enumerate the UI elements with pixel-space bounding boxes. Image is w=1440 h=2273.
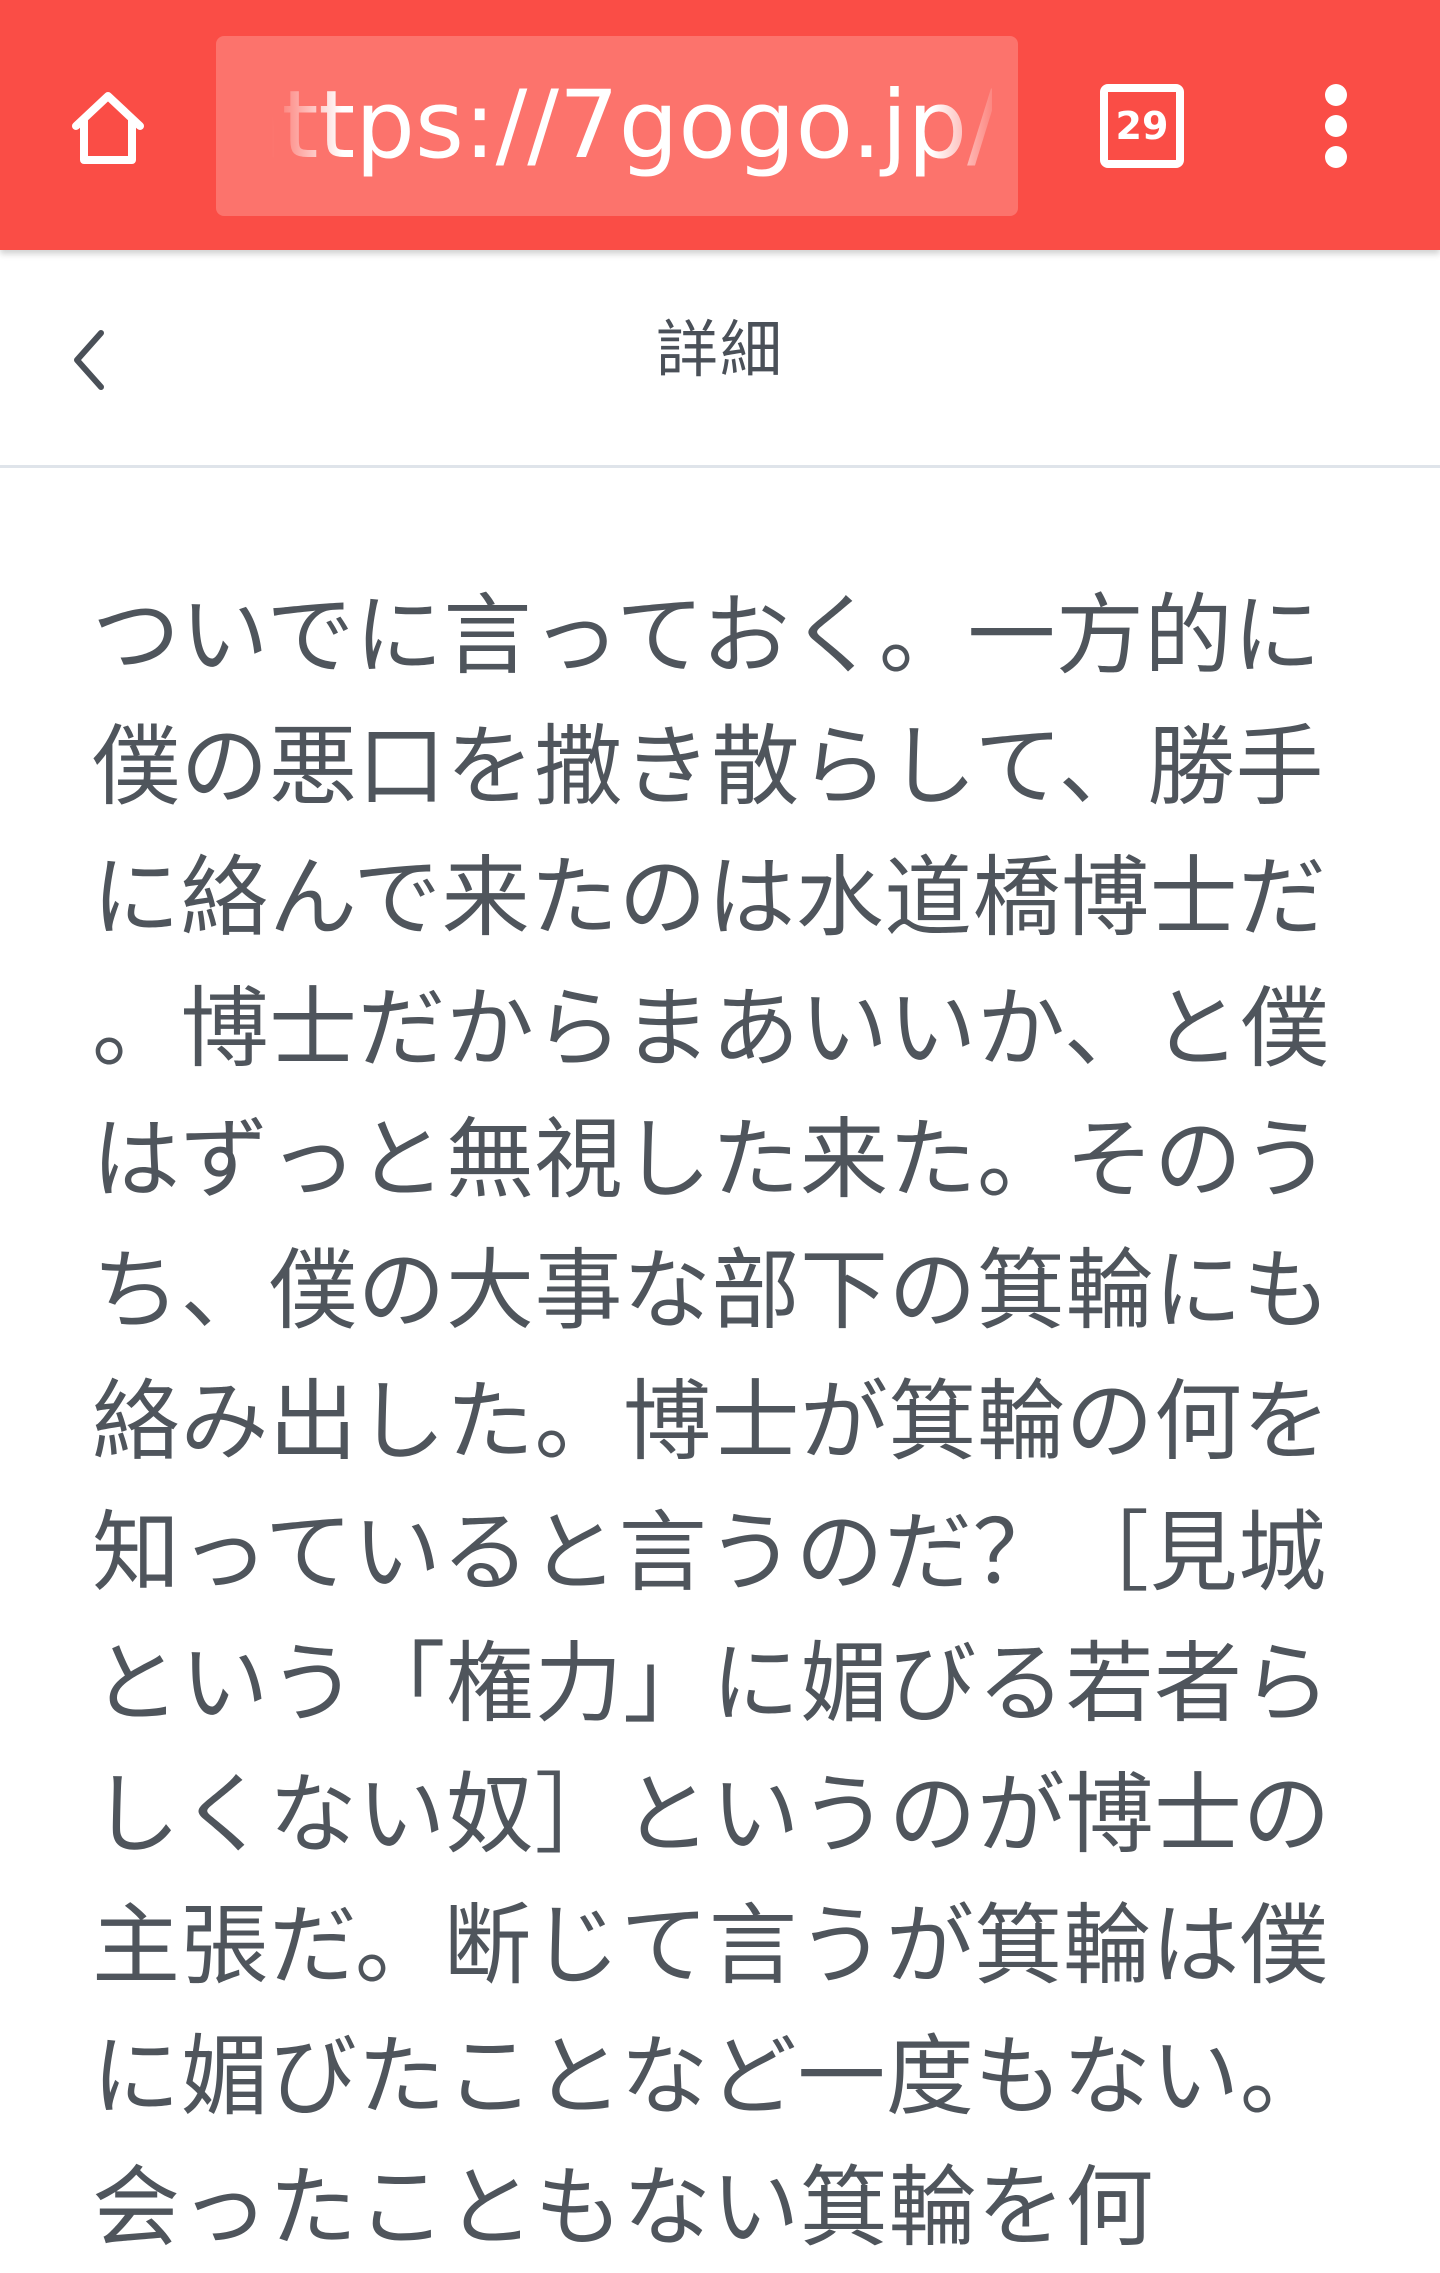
post-body-text: ついでに言っておく。一方的に僕の悪口を撒き散らして、勝手に絡んで来たのは水道橋博… bbox=[92, 584, 1332, 2259]
home-icon bbox=[72, 92, 144, 164]
tab-switcher-button[interactable]: 29 bbox=[1100, 84, 1184, 168]
page-header: 詳細 bbox=[0, 250, 1440, 468]
menu-dot bbox=[1325, 115, 1347, 137]
home-button[interactable] bbox=[52, 72, 164, 184]
page-title: 詳細 bbox=[655, 313, 784, 386]
more-vertical-icon[interactable] bbox=[1300, 78, 1372, 174]
menu-dot bbox=[1325, 84, 1347, 106]
tab-count: 29 bbox=[1115, 104, 1169, 148]
browser-toolbar: https://7gogo.jp/c 29 bbox=[0, 0, 1440, 250]
menu-dot bbox=[1325, 146, 1347, 168]
url-text: https://7gogo.jp/c bbox=[272, 71, 992, 180]
address-bar[interactable]: https://7gogo.jp/c bbox=[216, 36, 1018, 216]
